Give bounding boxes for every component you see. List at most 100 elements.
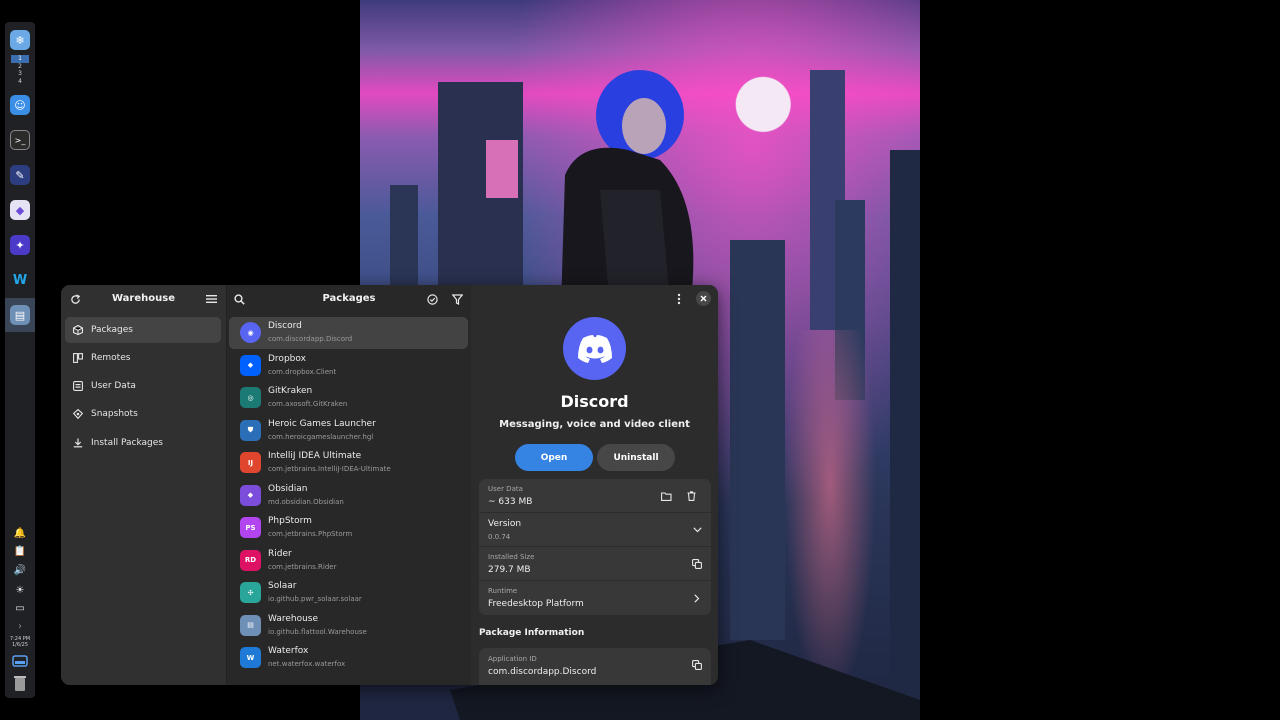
runtime-row[interactable]: Runtime Freedesktop Platform: [479, 581, 711, 615]
copy-app-id-icon[interactable]: [690, 658, 704, 672]
krita-icon[interactable]: ✎: [10, 165, 30, 185]
sidebar-title: Warehouse: [112, 293, 175, 304]
package-icon: ◆: [240, 354, 261, 376]
uninstall-button[interactable]: Uninstall: [597, 444, 675, 471]
warehouse-icon[interactable]: ▤: [10, 305, 30, 325]
package-id: com.discordapp.Discord: [268, 335, 353, 343]
package-icon: RD: [240, 549, 261, 571]
filter-icon[interactable]: [449, 291, 465, 307]
package-name: PhpStorm: [268, 516, 312, 526]
select-icon[interactable]: [424, 291, 440, 307]
detail-pane: Discord Messaging, voice and video clien…: [471, 285, 718, 685]
package-row[interactable]: ✣ Solaar io.github.pwr_solaar.solaar: [229, 577, 468, 609]
installed-size-value: 279.7 MB: [488, 565, 531, 575]
clock-date: 1/6/25: [11, 642, 29, 648]
show-desktop-icon[interactable]: [5, 655, 35, 671]
package-icon: PS: [240, 517, 261, 538]
package-name: Discord: [268, 321, 302, 331]
clock[interactable]: 7:24 PM 1/6/25: [5, 636, 35, 648]
package-icon: ▤: [240, 614, 261, 636]
package-row[interactable]: ◎ GitKraken com.axosoft.GitKraken: [229, 382, 468, 414]
package-row[interactable]: ◆ Obsidian md.obsidian.Obsidian: [229, 480, 468, 512]
package-name: Heroic Games Launcher: [268, 418, 376, 429]
sidebar-item-remotes[interactable]: Remotes: [65, 345, 221, 371]
package-row[interactable]: RD Rider com.jetbrains.Rider: [229, 545, 468, 577]
sidebar-item-label: Remotes: [91, 353, 131, 363]
app-summary: Messaging, voice and video client: [499, 419, 690, 430]
workspace-4[interactable]: 4: [11, 78, 29, 86]
terminal-icon[interactable]: >_: [10, 130, 30, 150]
package-icon: [65, 325, 91, 335]
package-id: com.heroicgameslauncher.hgl: [268, 432, 374, 441]
app-name: Discord: [560, 392, 629, 411]
waterfox-icon[interactable]: W: [10, 270, 30, 290]
package-row[interactable]: PS PhpStorm com.jetbrains.PhpStorm: [229, 512, 468, 544]
package-icon: W: [240, 647, 261, 668]
remotes-icon: [65, 353, 91, 363]
sidebar-item-label: Packages: [91, 325, 133, 335]
version-row[interactable]: Version 0.0.74: [479, 513, 711, 547]
sidebar-header: Warehouse: [61, 285, 226, 313]
sidebar-item-packages[interactable]: Packages: [65, 317, 221, 343]
bell-icon[interactable]: 🔔: [5, 528, 35, 540]
package-name: GitKraken: [268, 386, 313, 396]
package-name: Waterfox: [268, 646, 309, 656]
kde-app-icon[interactable]: ❄: [10, 30, 30, 50]
open-button[interactable]: Open: [515, 444, 593, 471]
workspace-3[interactable]: 3: [11, 70, 29, 78]
app-id-label: Application ID: [488, 655, 537, 663]
properties-card: User Data ~ 633 MB Version 0.0.74 Instal…: [479, 479, 711, 615]
package-icon: ✣: [240, 582, 261, 603]
brightness-icon[interactable]: ☀: [5, 585, 35, 597]
package-name: Rider: [268, 548, 292, 559]
volume-icon[interactable]: 🔊: [5, 565, 35, 577]
trash-data-icon[interactable]: [684, 489, 698, 503]
userdata-icon: [65, 381, 91, 391]
package-icon: ◉: [240, 322, 261, 343]
package-row[interactable]: IJ IntelliJ IDEA Ultimate com.jetbrains.In…: [229, 447, 468, 479]
clipboard-icon[interactable]: 📋: [5, 546, 35, 558]
package-row[interactable]: W Waterfox net.waterfox.waterfox: [229, 642, 468, 674]
packages-header: Packages: [227, 285, 471, 313]
app-id-value: com.discordapp.Discord: [488, 667, 597, 677]
sidebar: Warehouse Packages Remotes User Data Sna…: [61, 285, 227, 685]
expand-tray-icon[interactable]: ›: [5, 621, 35, 633]
sidebar-item-install-packages[interactable]: Install Packages: [65, 430, 221, 456]
proton-icon[interactable]: ◆: [10, 200, 30, 220]
installed-size-row: Installed Size 279.7 MB: [479, 547, 711, 581]
package-id: com.jetbrains.IntelliJ-IDEA-Ultimate: [268, 465, 391, 473]
package-icon: ◎: [240, 387, 261, 408]
package-name: Solaar: [268, 581, 297, 591]
package-row[interactable]: ◆ Dropbox com.dropbox.Client: [229, 350, 468, 382]
open-folder-icon[interactable]: [659, 489, 673, 503]
chevron-right-icon[interactable]: [690, 591, 704, 605]
warehouse-window: Warehouse Packages Remotes User Data Sna…: [61, 285, 718, 685]
storage-icon[interactable]: ▭: [5, 603, 35, 615]
workspace-2[interactable]: 2: [11, 63, 29, 71]
copy-icon[interactable]: [690, 557, 704, 571]
sidebar-item-label: Snapshots: [91, 409, 138, 419]
close-window-button[interactable]: [696, 291, 711, 306]
network-app-icon[interactable]: ✦: [10, 235, 30, 255]
workspace-switcher[interactable]: 1 2 3 4: [11, 55, 29, 85]
package-row[interactable]: ◉ Discord com.discordapp.Discord: [229, 317, 468, 349]
finder-icon[interactable]: ☺: [10, 95, 30, 115]
package-name: Obsidian: [268, 483, 308, 494]
package-id: com.dropbox.Client: [268, 367, 337, 376]
workspace-1[interactable]: 1: [11, 55, 29, 63]
packages-pane: Packages ◉ Discord com.discordapp.Discord ◆…: [227, 285, 471, 685]
package-row[interactable]: ⛊ Heroic Games Launcher com.heroicgameslau…: [229, 415, 468, 447]
installed-size-label: Installed Size: [488, 553, 535, 561]
trash-icon[interactable]: [5, 674, 35, 696]
sidebar-item-snapshots[interactable]: Snapshots: [65, 401, 221, 427]
sidebar-item-label: Install Packages: [91, 438, 163, 448]
sidebar-item-user-data[interactable]: User Data: [65, 373, 221, 399]
user-data-value: ~ 633 MB: [488, 497, 533, 507]
dock: ❄ 1 2 3 4 ☺ >_ ✎ ◆ ✦ W ▤ 🔔 📋 🔊 ☀ ▭ › 7:2…: [5, 22, 35, 698]
download-icon: [65, 438, 91, 448]
package-id: md.obsidian.Obsidian: [268, 497, 344, 506]
package-row[interactable]: ▤ Warehouse io.github.flattool.Warehouse: [229, 610, 468, 642]
chevron-down-icon[interactable]: [690, 523, 704, 537]
more-options-icon[interactable]: [671, 291, 687, 307]
menu-icon[interactable]: [203, 291, 219, 307]
